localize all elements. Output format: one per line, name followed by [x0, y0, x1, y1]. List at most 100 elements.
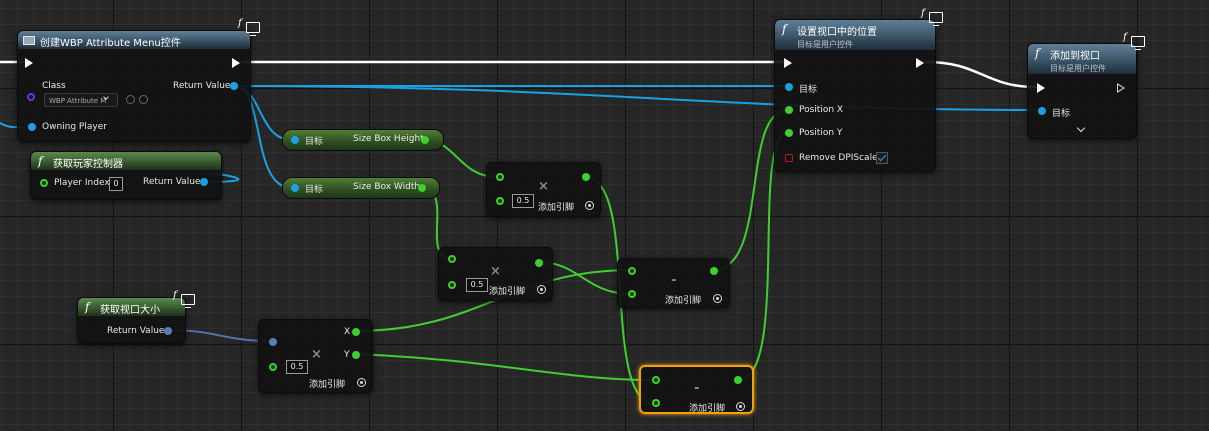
- remove-dpi-label: Remove DPIScale: [799, 153, 878, 163]
- width-target-pin[interactable]: [291, 184, 299, 192]
- search-icon[interactable]: [139, 95, 148, 104]
- position-x-label: Position X: [799, 105, 844, 115]
- owning-player-pin[interactable]: [28, 123, 36, 131]
- viewport-return-label: Return Value: [107, 326, 165, 336]
- add-to-viewport-subtitle: 目标是用户控件: [1050, 64, 1106, 73]
- exec-out-pin[interactable]: [916, 58, 924, 68]
- mult-v-value-input[interactable]: 0.5: [286, 360, 308, 374]
- controller-return-label: Return Value: [143, 177, 201, 187]
- subtract-icon: -: [694, 381, 700, 396]
- mult-w-input-b-pin[interactable]: [448, 281, 456, 289]
- size-box-width-label: Size Box Width: [353, 182, 421, 192]
- sub-x-input-b-pin[interactable]: [628, 290, 636, 298]
- function-icon: f: [38, 154, 43, 168]
- add-pin-icon[interactable]: [736, 402, 745, 411]
- height-target-pin[interactable]: [291, 136, 299, 144]
- sub-x-input-a-pin[interactable]: [628, 267, 636, 275]
- multiply-width-node[interactable]: × 0.5 添加引脚: [438, 247, 553, 301]
- position-y-label: Position Y: [799, 128, 843, 138]
- mult-h-value-input[interactable]: 0.5: [512, 194, 534, 208]
- get-player-controller-node[interactable]: f 获取玩家控制器 Player Index 0 Return Value: [30, 151, 222, 200]
- monitor-icon: [1131, 36, 1145, 50]
- mult-v-add-pin-label[interactable]: 添加引脚: [309, 377, 345, 390]
- function-icon: f: [782, 22, 787, 36]
- add-to-viewport-title: 添加到视口: [1050, 51, 1100, 62]
- position-y-pin[interactable]: [785, 129, 793, 137]
- y-output-pin[interactable]: [352, 351, 360, 359]
- mult-h-output-pin[interactable]: [582, 173, 590, 181]
- height-target-label: 目标: [305, 137, 324, 147]
- add-pin-icon[interactable]: [713, 294, 722, 303]
- player-index-pin[interactable]: [40, 179, 48, 187]
- mult-v-input-b-pin[interactable]: [269, 363, 277, 371]
- browse-icon[interactable]: [126, 95, 135, 104]
- set-position-in-viewport-node[interactable]: f 设置视口中的位置 目标是用户控件 目标 Position X Positio…: [774, 19, 936, 172]
- subtract-x-node[interactable]: - 添加引脚: [617, 258, 730, 308]
- mult-w-output-pin[interactable]: [535, 259, 543, 267]
- set-pos-target-pin[interactable]: [785, 83, 793, 91]
- class-dropdown-value: WBP Attribute M: [49, 97, 107, 105]
- get-viewport-size-header: f 获取视口大小: [78, 298, 185, 316]
- add-to-viewport-node[interactable]: f 添加到视口 目标是用户控件 目标: [1027, 43, 1137, 139]
- size-box-height-label: Size Box Height: [353, 134, 424, 144]
- sub-x-output-pin[interactable]: [710, 267, 718, 275]
- x-output-pin[interactable]: [352, 328, 360, 336]
- exec-in-pin[interactable]: [1037, 83, 1045, 93]
- subtract-icon: -: [671, 273, 677, 288]
- get-viewport-size-node[interactable]: f 获取视口大小 Return Value: [77, 297, 186, 344]
- player-index-label: Player Index: [54, 178, 110, 188]
- get-player-controller-title: 获取玩家控制器: [53, 159, 123, 170]
- size-box-width-pin[interactable]: [418, 184, 426, 192]
- remove-dpi-pin[interactable]: [785, 154, 793, 162]
- get-size-box-width-node[interactable]: 目标 Size Box Width: [282, 177, 440, 199]
- create-widget-header: 创建WBP Attribute Menu控件: [18, 31, 250, 49]
- sub-y-add-pin-label[interactable]: 添加引脚: [689, 401, 725, 414]
- monitor-icon: [246, 22, 260, 36]
- y-output-label: Y: [344, 350, 350, 360]
- return-value-pin[interactable]: [230, 82, 238, 90]
- exec-wire-setpos-to-add: [924, 60, 1038, 89]
- exec-in-pin[interactable]: [784, 58, 792, 68]
- mult-w-add-pin-label[interactable]: 添加引脚: [489, 284, 525, 297]
- add-pin-icon[interactable]: [585, 201, 594, 210]
- multiply-height-node[interactable]: × 0.5 添加引脚: [486, 162, 601, 217]
- add-pin-icon[interactable]: [357, 378, 366, 387]
- player-index-input[interactable]: 0: [109, 177, 123, 191]
- expand-chevron-icon[interactable]: [1076, 123, 1086, 133]
- function-glyph-icon: f: [921, 8, 925, 19]
- exec-out-pin[interactable]: [232, 58, 240, 68]
- add-target-label: 目标: [1052, 109, 1071, 119]
- sub-y-output-pin[interactable]: [734, 376, 742, 384]
- position-x-pin[interactable]: [785, 106, 793, 114]
- function-glyph-icon: f: [238, 18, 242, 29]
- add-to-viewport-header: f 添加到视口 目标是用户控件: [1028, 44, 1136, 74]
- get-player-controller-header: f 获取玩家控制器: [31, 152, 221, 170]
- exec-out-pin[interactable]: [1117, 83, 1125, 93]
- mult-h-add-pin-label[interactable]: 添加引脚: [538, 200, 574, 213]
- multiply-icon: ×: [538, 179, 549, 194]
- create-widget-node[interactable]: 创建WBP Attribute Menu控件 Class WBP Attribu…: [17, 30, 251, 142]
- function-icon: f: [1035, 46, 1040, 60]
- class-pin[interactable]: [27, 93, 35, 101]
- multiply-viewport-node[interactable]: X × Y 0.5 添加引脚: [258, 319, 373, 393]
- viewport-return-pin[interactable]: [164, 327, 172, 335]
- add-target-pin[interactable]: [1038, 107, 1046, 115]
- mult-w-value-input[interactable]: 0.5: [466, 278, 488, 292]
- sub-x-add-pin-label[interactable]: 添加引脚: [665, 293, 701, 306]
- sub-y-input-b-pin[interactable]: [652, 399, 660, 407]
- sub-y-input-a-pin[interactable]: [652, 376, 660, 384]
- mult-v-input-a-pin[interactable]: [269, 338, 277, 346]
- get-size-box-height-node[interactable]: 目标 Size Box Height: [282, 129, 444, 151]
- add-pin-icon[interactable]: [537, 285, 546, 294]
- exec-in-pin[interactable]: [25, 58, 33, 68]
- remove-dpi-checkbox[interactable]: [876, 152, 888, 164]
- widget-icon: [23, 36, 35, 45]
- mult-w-input-a-pin[interactable]: [448, 255, 456, 263]
- subtract-y-node[interactable]: - 添加引脚: [639, 365, 754, 414]
- function-glyph-icon: f: [1123, 32, 1127, 43]
- controller-return-pin[interactable]: [200, 178, 208, 186]
- mult-h-input-a-pin[interactable]: [496, 173, 504, 181]
- create-widget-title: 创建WBP Attribute Menu控件: [40, 38, 181, 49]
- size-box-height-pin[interactable]: [421, 136, 429, 144]
- mult-h-input-b-pin[interactable]: [496, 197, 504, 205]
